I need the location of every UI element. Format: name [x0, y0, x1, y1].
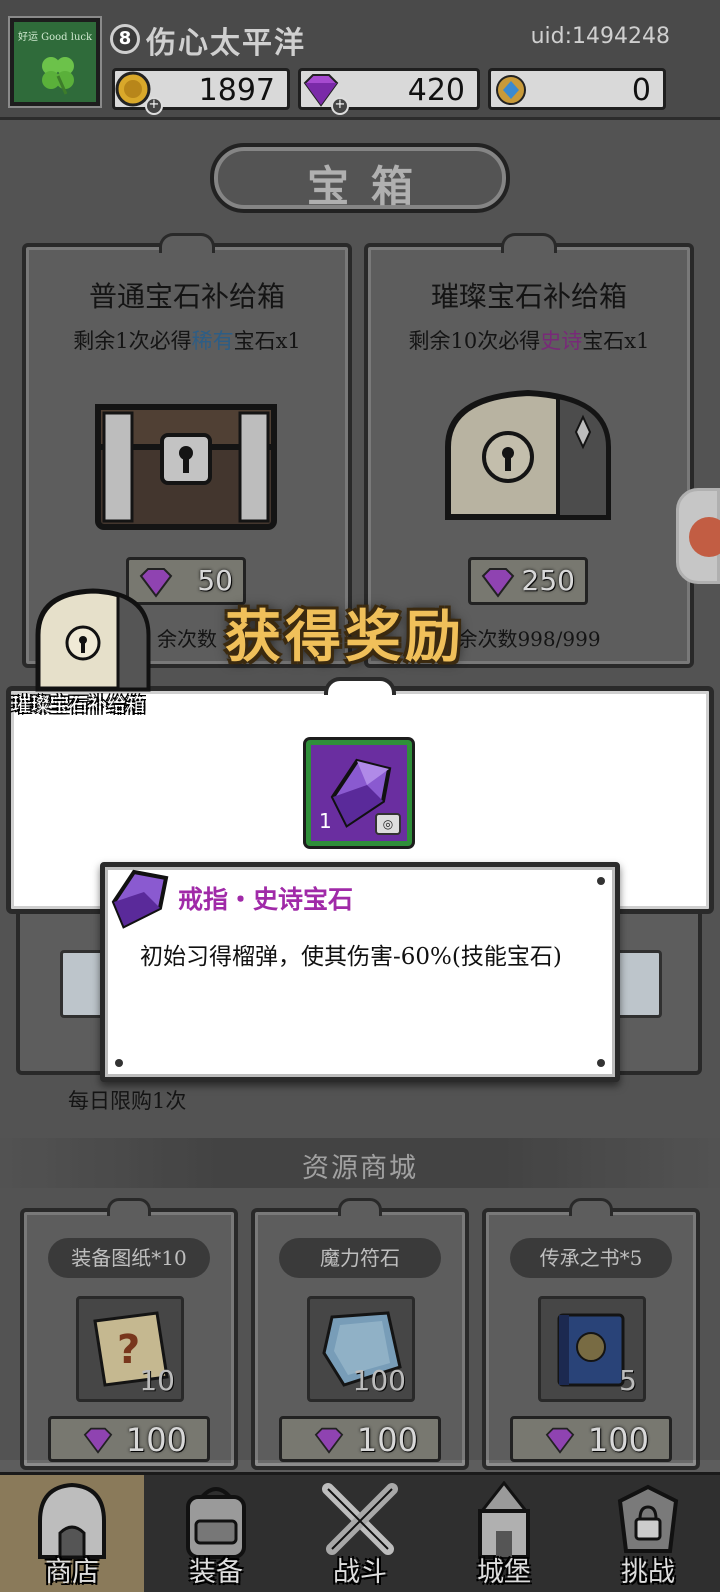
nav-challenge[interactable]: 挑战 — [576, 1475, 720, 1592]
reward-item-qty: 1 — [319, 809, 332, 833]
avatar-caption: 好运 Good luck — [17, 32, 93, 43]
clover-icon — [42, 57, 74, 95]
orb-counter[interactable]: 0 — [488, 68, 666, 110]
player-uid: uid:1494248 — [530, 24, 670, 49]
reward-source-label: 璀璨宝石补给箱 — [12, 694, 146, 716]
tooltip-description: 初始习得榴弹，使其伤害-60%(技能宝石) — [140, 944, 562, 970]
ornate-chest-icon — [35, 588, 151, 692]
player-nickname: 伤心太平洋 — [146, 26, 306, 61]
avatar[interactable]: 好运 Good luck — [8, 16, 102, 108]
nav-label: 装备 — [189, 1557, 243, 1588]
bottom-nav: 商店 装备 战斗 城堡 挑战 — [0, 1472, 720, 1592]
panel-cap — [324, 677, 396, 695]
add-gold-icon[interactable]: + — [145, 97, 163, 115]
locked-armor-icon — [617, 1484, 679, 1553]
nav-shop[interactable]: 商店 — [0, 1475, 144, 1592]
nav-label: 城堡 — [477, 1557, 531, 1588]
gold-counter[interactable]: + 1897 — [112, 68, 290, 115]
shop-icon — [38, 1482, 106, 1559]
castle-icon — [478, 1481, 530, 1559]
crossed-swords-icon — [322, 1483, 398, 1555]
orb-icon — [496, 75, 526, 105]
diamond-value: 420 — [407, 73, 465, 108]
nav-label: 挑战 — [621, 1557, 675, 1588]
nav-label: 战斗 — [333, 1557, 387, 1588]
orb-value: 0 — [631, 73, 651, 108]
reward-title: 获得奖励 — [225, 604, 465, 670]
add-diamond-icon[interactable]: + — [331, 97, 349, 115]
reward-item-slot[interactable]: 1 ◎ — [306, 740, 412, 846]
tooltip-item-name: 戒指・史诗宝石 — [178, 885, 354, 914]
nav-castle[interactable]: 城堡 — [432, 1475, 576, 1592]
backpack-icon — [186, 1487, 246, 1559]
level-badge: 8 — [110, 24, 140, 54]
nav-battle[interactable]: 战斗 — [288, 1475, 432, 1592]
purple-crystal-icon — [111, 869, 169, 929]
nav-equipment[interactable]: 装备 — [144, 1475, 288, 1592]
nav-label: 商店 — [45, 1557, 99, 1588]
ring-icon: ◎ — [375, 813, 401, 835]
gold-value: 1897 — [198, 73, 275, 108]
diamond-counter[interactable]: + 420 — [298, 68, 480, 115]
